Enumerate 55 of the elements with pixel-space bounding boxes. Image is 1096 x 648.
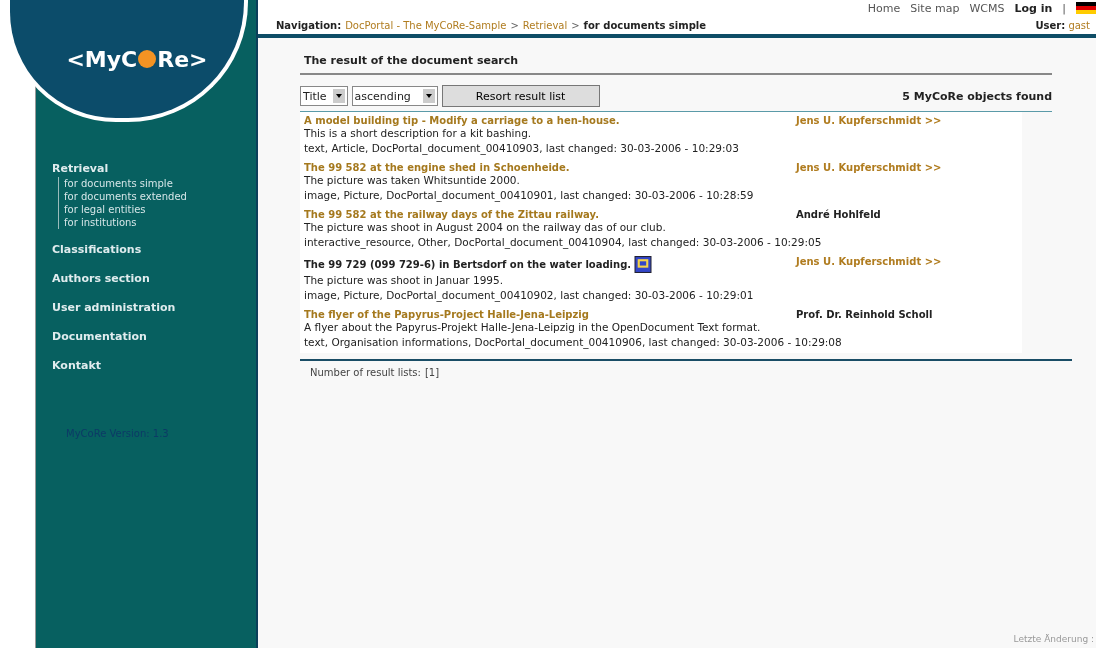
result-metadata: text, Article, DocPortal_document_00410903, last changed: 30-03-2006 - 10:29:03 <box>304 141 740 156</box>
top-link[interactable]: WCMS <box>969 1 1005 15</box>
result-description: The picture was shoot in Januar 1995. <box>304 273 505 288</box>
result-metadata: image, Picture, DocPortal_document_00410902, last changed: 30-03-2006 - 10:29:01 <box>304 288 755 303</box>
result-description: A flyer about the Papyrus-Projekt Halle-Jena-Leipzig in the OpenDocument Text format. <box>304 320 762 335</box>
last-changed-text: Letzte Änderung : <box>1013 634 1094 644</box>
result-metadata: image, Picture, DocPortal_document_00410901, last changed: 30-03-2006 - 10:28:59 <box>304 188 755 203</box>
result-description: The picture was shoot in August 2004 on the railway das of our club. <box>304 220 667 235</box>
results-count: 5 MyCoRe objects found <box>902 89 1052 103</box>
sidebar-subitem[interactable]: for legal entities <box>64 203 256 216</box>
result-description: This is a short description for a kit bashing. <box>304 126 533 141</box>
result-description: The picture was taken Whitsuntide 2000. <box>304 173 521 188</box>
result-metadata: text, Organisation informations, DocPortal_document_00410906, last changed: 30-03-2006 - 10:29:08 <box>304 335 843 350</box>
user-label: User: <box>1035 20 1066 31</box>
sidebar-subitem[interactable]: for documents simple <box>64 177 256 190</box>
result-metadata: interactive_resource, Other, DocPortal_document_00410904, last changed: 30-03-2006 - 10:29:05 <box>304 235 823 250</box>
navigation-label: Navigation: <box>276 20 342 31</box>
sidebar-item[interactable]: Classifications <box>52 243 256 256</box>
result-title[interactable]: A model building tip - Modify a carriage to a hen-house. <box>304 115 620 126</box>
dot-icon <box>138 50 157 68</box>
result-title[interactable]: The 99 582 at the engine shed in Schoenheide. <box>304 162 570 173</box>
document-icon[interactable] <box>634 256 653 273</box>
resort-button[interactable]: Resort result list <box>441 85 600 107</box>
sidebar-subitem[interactable]: for documents extended <box>64 190 256 203</box>
sort-order-select[interactable]: ascending <box>351 86 438 106</box>
author-link[interactable]: Jens U. Kupferschmidt >> <box>796 256 966 273</box>
sidebar-item[interactable]: User administration <box>52 301 256 314</box>
result-title[interactable]: The flyer of the Papyrus-Project Halle-Jena-Leipzig <box>304 309 589 320</box>
top-link[interactable]: Site map <box>910 1 960 15</box>
result-title[interactable]: The 99 729 (099 729-6) in Bertsdorf on the water loading. <box>304 259 632 270</box>
separator-text: | <box>1062 1 1066 15</box>
result-title[interactable]: The 99 582 at the railway days of the Zittau railway. <box>304 209 599 220</box>
breadcrumb-current: for documents simple <box>583 20 707 31</box>
breadcrumb-separator: > <box>571 20 580 31</box>
sidebar-item[interactable]: Retrieval <box>52 162 256 175</box>
sort-field-select[interactable]: Title <box>300 86 348 106</box>
result-lists-label: Number of result lists: <box>310 367 421 378</box>
author-link[interactable]: Jens U. Kupferschmidt >> <box>796 162 966 173</box>
author-name: André Hohlfeld <box>796 209 882 220</box>
breadcrumb-separator: > <box>510 20 519 31</box>
logo: <MyC Re> <box>66 46 208 72</box>
top-link[interactable]: Home <box>867 1 901 15</box>
flag-icon[interactable] <box>1076 2 1096 14</box>
sidebar-item[interactable]: Authors section <box>52 272 256 285</box>
top-link[interactable]: Log in <box>1014 1 1053 15</box>
breadcrumb-link[interactable]: DocPortal - The MyCoRe-Sample <box>345 20 507 31</box>
page-title: The result of the document search <box>300 54 1052 75</box>
breadcrumb-link[interactable]: Retrieval <box>522 20 568 31</box>
sidebar-item[interactable]: Kontakt <box>52 359 256 372</box>
sidebar-subitem[interactable]: for institutions <box>64 216 256 229</box>
author-link[interactable]: Jens U. Kupferschmidt >> <box>796 115 966 126</box>
user-name: gast <box>1068 20 1090 31</box>
author-name: Prof. Dr. Reinhold Scholl <box>796 309 934 320</box>
page-link[interactable]: [1] <box>424 367 440 378</box>
sidebar-item[interactable]: Documentation <box>52 330 256 343</box>
